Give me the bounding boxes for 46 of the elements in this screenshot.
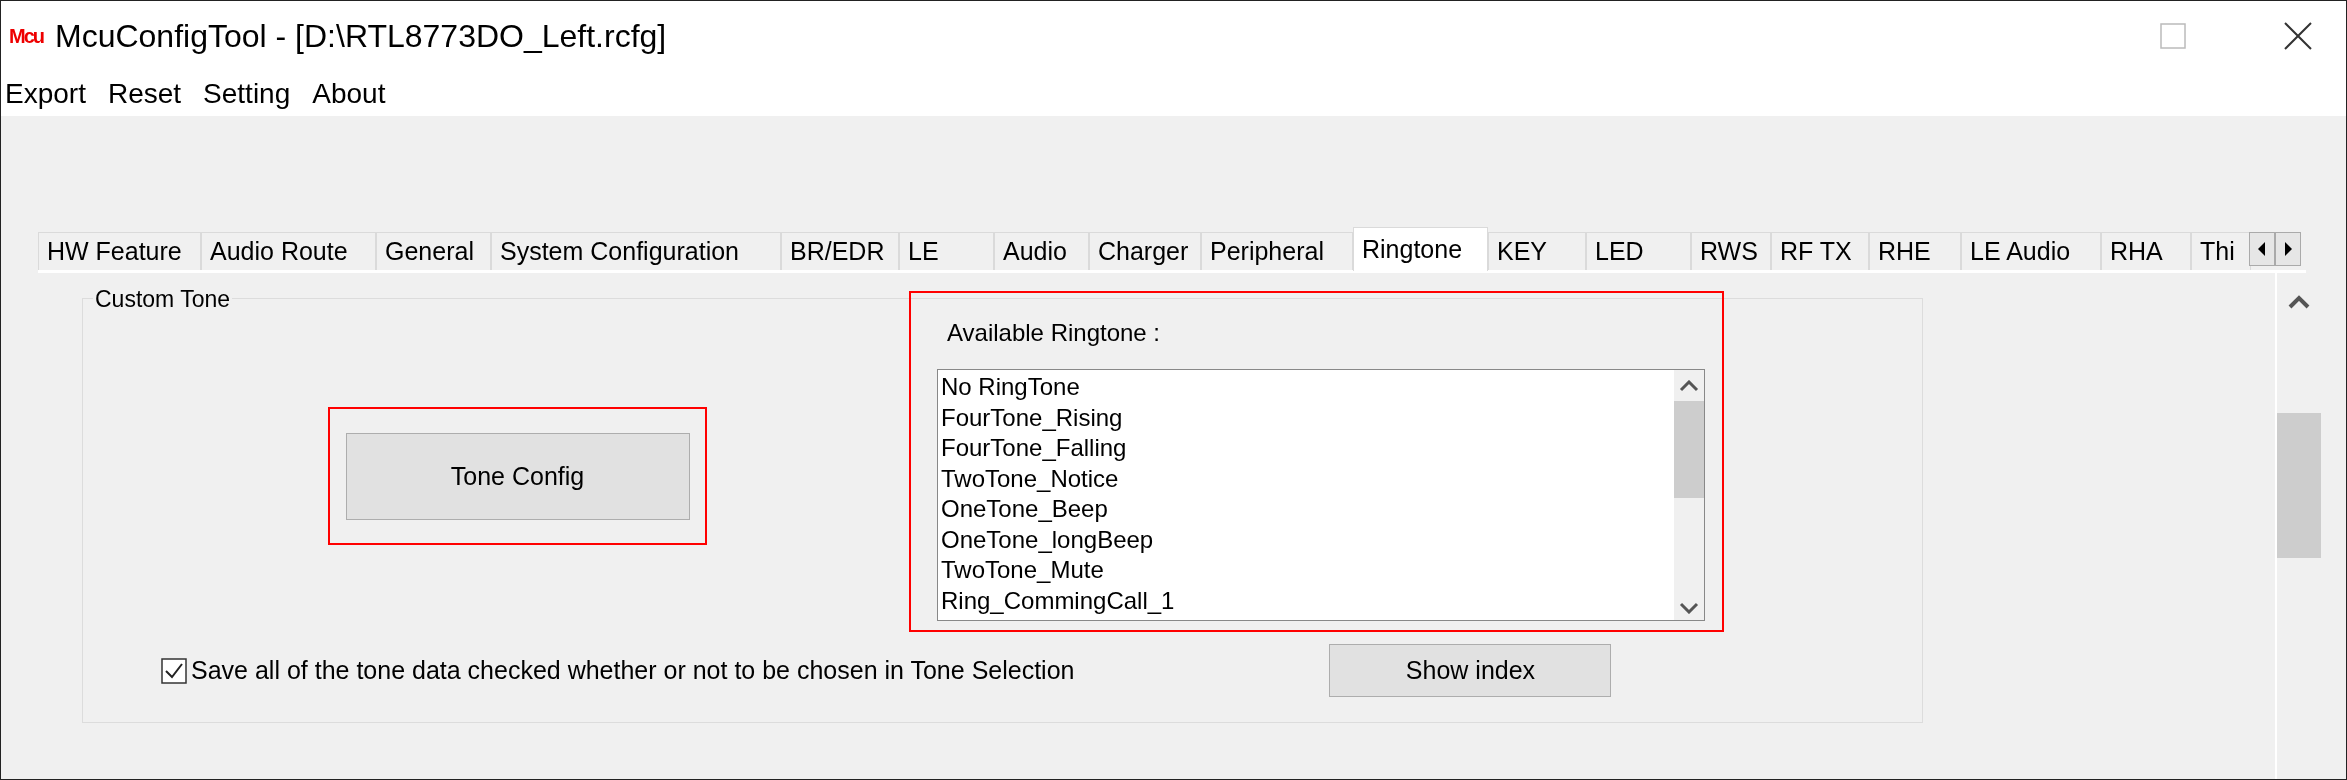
close-icon[interactable] [2284, 22, 2312, 50]
menu-item[interactable]: Reset [107, 77, 182, 110]
tab[interactable]: LE Audio [1961, 232, 2101, 270]
ringtone-list[interactable]: No RingTone FourTone_Rising FourTone_Falling TwoTone_Notice OneTone_Beep OneTone_longBeep TwoTone_Mute Ring_CommingCall_1 [937, 369, 1705, 621]
tab[interactable]: LED [1586, 232, 1691, 270]
tab[interactable]: Thi [2191, 232, 2251, 270]
list-item[interactable]: Ring_CommingCall_1 [941, 585, 1674, 616]
tab[interactable]: Ringtone [1353, 227, 1488, 271]
checkbox[interactable] [161, 657, 187, 684]
list-item[interactable]: No RingTone [941, 372, 1674, 403]
list-item[interactable]: TwoTone_Notice [941, 463, 1674, 494]
app-logo-icon: Mcu [9, 24, 43, 48]
window-title: McuConfigTool - [D:\RTL8773DO_Left.rcfg] [55, 17, 667, 55]
list-item[interactable]: TwoTone_Mute [941, 555, 1674, 586]
tab[interactable]: RHE [1869, 232, 1961, 270]
menu-item[interactable]: About [312, 77, 386, 110]
scroll-left-icon[interactable] [2249, 232, 2275, 266]
tab[interactable]: RF TX [1771, 232, 1869, 270]
list-item[interactable]: OneTone_longBeep [941, 524, 1674, 555]
ringtone-label: Available Ringtone : [947, 319, 1162, 347]
tab[interactable]: General [376, 232, 491, 270]
list-item[interactable]: OneTone_Beep [941, 494, 1674, 525]
scroll-up-icon[interactable] [1679, 380, 1699, 392]
scroll-down-icon[interactable] [1679, 602, 1699, 614]
tab[interactable]: Audio [994, 232, 1089, 270]
tab[interactable]: LE [899, 232, 994, 270]
tab[interactable]: System Configuration [491, 232, 781, 270]
scroll-up-icon[interactable] [2287, 295, 2311, 309]
scrollbar-thumb[interactable] [2277, 413, 2321, 558]
tab[interactable]: RHA [2101, 232, 2191, 270]
scrollbar-thumb[interactable] [1674, 401, 1704, 498]
scroll-right-icon[interactable] [2275, 232, 2301, 266]
tone-config-button[interactable]: Tone Config [345, 432, 690, 520]
tab[interactable]: Charger [1089, 232, 1201, 270]
tab[interactable]: Peripheral [1201, 232, 1353, 270]
tab[interactable]: RWS [1691, 232, 1771, 270]
show-index-button[interactable]: Show index [1329, 644, 1612, 697]
list-item[interactable]: FourTone_Falling [941, 433, 1674, 464]
menu-item[interactable]: Export [5, 77, 86, 110]
tab[interactable]: HW Feature [38, 232, 201, 270]
tab[interactable]: Audio Route [201, 232, 376, 270]
checkbox-label: Save all of the tone data checked whether or not to be chosen in Tone Selection [191, 656, 1075, 685]
tab[interactable]: KEY [1488, 232, 1586, 270]
tab[interactable]: BR/EDR [781, 232, 899, 270]
list-item[interactable]: FourTone_Rising [941, 402, 1674, 433]
menu-item[interactable]: Setting [203, 77, 291, 110]
